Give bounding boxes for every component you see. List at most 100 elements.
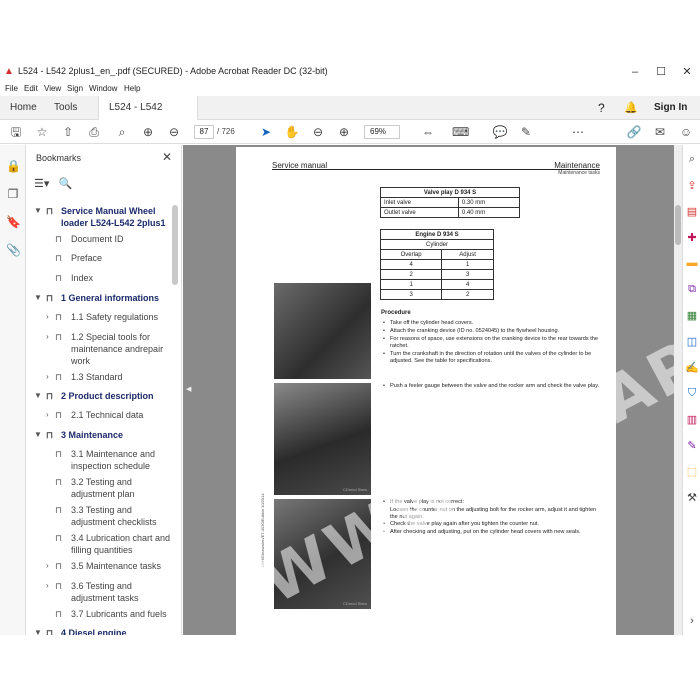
table-cell: 3: [441, 269, 494, 280]
combine-files-icon[interactable]: ⧉: [685, 283, 699, 297]
page-total: / 726: [217, 127, 235, 136]
tab-tools[interactable]: Tools: [44, 96, 87, 120]
redact-icon[interactable]: ✎: [685, 439, 699, 453]
bookmark-options-icon[interactable]: ☰▾ 🔍: [34, 177, 72, 190]
list-item: Turn the crankshaft in the direction of …: [381, 351, 603, 365]
pages-icon[interactable]: ❐: [6, 187, 20, 201]
list-item: For reasons of space, use extensions on …: [381, 336, 603, 350]
print-icon[interactable]: ⎙: [86, 124, 102, 140]
table-cell: 2: [441, 289, 494, 300]
zoom-out-icon[interactable]: ⊖: [310, 124, 326, 140]
procedure-title: Procedure: [381, 310, 411, 316]
export-pdf-icon[interactable]: ⇪: [685, 179, 699, 193]
engine-photo-1: [274, 283, 371, 379]
page-down-icon[interactable]: ⊖: [166, 124, 182, 140]
document-scrollbar[interactable]: [674, 145, 682, 635]
left-rail: 🔒 ❐ 🔖 📎: [0, 145, 26, 635]
scrollbar-thumb[interactable]: [675, 205, 681, 245]
create-pdf-icon[interactable]: ▤: [685, 205, 699, 219]
upload-icon[interactable]: ⇧: [60, 124, 76, 140]
sign-in-button[interactable]: Sign In: [654, 96, 687, 120]
valve-play-table: Valve play D 934 S Inlet valve 0.30 mm Ou…: [380, 187, 521, 218]
edit-pdf-icon[interactable]: ✚: [685, 231, 699, 245]
more-options-icon[interactable]: ⋯: [570, 124, 586, 140]
document-viewport[interactable]: Service manual Maintenance Maintenance t…: [183, 145, 674, 635]
menu-help[interactable]: Help: [124, 84, 140, 93]
menu-view[interactable]: View: [44, 84, 61, 93]
minimize-button[interactable]: –: [624, 64, 646, 80]
toolbar: 🖫 ☆ ⇧ ⎙ ⌕ ⊕ ⊖ 87 / 726 ➤ ✋ ⊖ ⊕ 69% ⇔ ⌨ 💬…: [0, 120, 700, 144]
more-tools-icon[interactable]: ⚒: [685, 491, 699, 505]
bookmark-icon: ⊓: [55, 533, 63, 543]
zoom-tool-icon[interactable]: ⌕: [685, 153, 699, 167]
star-icon[interactable]: ☆: [34, 124, 50, 140]
maximize-button[interactable]: ☐: [650, 64, 672, 80]
bookmarks-scrollbar[interactable]: [172, 205, 178, 285]
comment-icon[interactable]: 💬: [492, 124, 508, 140]
chevron-down-icon[interactable]: ▼: [34, 292, 44, 304]
tab-home[interactable]: Home: [0, 96, 47, 120]
comment-tool-icon[interactable]: ▬: [685, 257, 699, 271]
close-window-button[interactable]: ✕: [676, 64, 698, 80]
bookmark-icon: ⊓: [55, 477, 63, 487]
bookmark-icon: ⊓: [46, 391, 54, 401]
menu-bar: File Edit View Sign Window Help: [0, 84, 700, 96]
account-icon[interactable]: ☺: [678, 124, 694, 140]
page-fit-icon[interactable]: ⇔: [420, 124, 436, 140]
table-cell: 2: [379, 269, 443, 280]
bell-icon[interactable]: 🔔: [624, 96, 638, 120]
select-cursor-icon[interactable]: ➤: [258, 124, 274, 140]
engine-photo-2: CDmod Stars: [274, 383, 371, 495]
table-header: Adjust: [441, 249, 494, 260]
menu-file[interactable]: File: [5, 84, 18, 93]
bookmarks-panel: Bookmarks ✕ ☰▾ 🔍 ▼ ⊓ Service Manual Wheel …: [26, 145, 182, 635]
menu-window[interactable]: Window: [89, 84, 117, 93]
pen-icon[interactable]: ✎: [518, 124, 534, 140]
attachment-icon[interactable]: 📎: [6, 243, 21, 257]
expand-rail-icon[interactable]: ›: [685, 615, 699, 629]
link-icon[interactable]: 🔗: [626, 124, 642, 140]
chevron-down-icon[interactable]: ▼: [34, 205, 44, 217]
close-panel-icon[interactable]: ✕: [162, 150, 172, 164]
organize-pages-icon[interactable]: ▦: [685, 309, 699, 323]
zoom-in-icon[interactable]: ⊕: [336, 124, 352, 140]
bookmark-icon: ⊓: [55, 372, 63, 382]
bookmark-icon: ⊓: [55, 410, 63, 420]
fill-sign-icon[interactable]: ✍: [685, 361, 699, 375]
menu-sign[interactable]: Sign: [67, 84, 83, 93]
chevron-down-icon[interactable]: ▼: [34, 627, 44, 635]
title-bar: ▲ L524 - L542 2plus1_en_.pdf (SECURED) -…: [0, 60, 700, 84]
table-cell: 1: [379, 279, 443, 290]
search-icon[interactable]: ⌕: [114, 124, 130, 140]
scan-ocr-icon[interactable]: ◫: [685, 335, 699, 349]
window-title: L524 - L542 2plus1_en_.pdf (SECURED) - A…: [18, 66, 328, 76]
menu-edit[interactable]: Edit: [24, 84, 38, 93]
table-cell: 3: [379, 289, 443, 300]
email-icon[interactable]: ✉: [652, 124, 668, 140]
lock-icon[interactable]: 🔒: [6, 159, 21, 173]
bookmark-icon: ⊓: [55, 234, 63, 244]
keyboard-icon[interactable]: ⌨: [452, 124, 469, 140]
zoom-level-select[interactable]: 69%: [364, 125, 400, 139]
chevron-down-icon[interactable]: ▼: [34, 390, 44, 402]
table-cell: Outlet valve: [380, 207, 459, 218]
stamp-icon[interactable]: ⬚: [685, 465, 699, 479]
engine-table-title: Engine D 934 S: [380, 229, 494, 240]
collapse-panel-icon[interactable]: ◀: [186, 385, 191, 393]
hand-tool-icon[interactable]: ✋: [284, 124, 300, 140]
save-icon[interactable]: 🖫: [8, 124, 24, 140]
protect-icon[interactable]: ⛉: [685, 387, 699, 401]
chevron-down-icon[interactable]: ▼: [34, 429, 44, 441]
bookmark-icon: ⊓: [55, 253, 63, 263]
tab-document[interactable]: L524 - L542 2plus...×: [98, 96, 198, 137]
valve-play-title: Valve play D 934 S: [380, 187, 520, 198]
page-up-icon[interactable]: ⊕: [140, 124, 156, 140]
bookmark-icon: ⊓: [46, 206, 54, 216]
bookmark-rail-icon[interactable]: 🔖: [6, 215, 21, 229]
help-icon[interactable]: ?: [598, 96, 605, 120]
table-cell: 4: [379, 259, 443, 270]
send-for-signature-icon[interactable]: ▥: [685, 413, 699, 427]
engine-table: Engine D 934 S Cylinder Overlap Adjust 41…: [379, 229, 494, 300]
page-number-input[interactable]: 87: [194, 125, 214, 139]
right-tools-rail: ⌕ ⇪ ▤ ✚ ▬ ⧉ ▦ ◫ ✍ ⛉ ▥ ✎ ⬚ ⚒ ›: [682, 145, 700, 635]
